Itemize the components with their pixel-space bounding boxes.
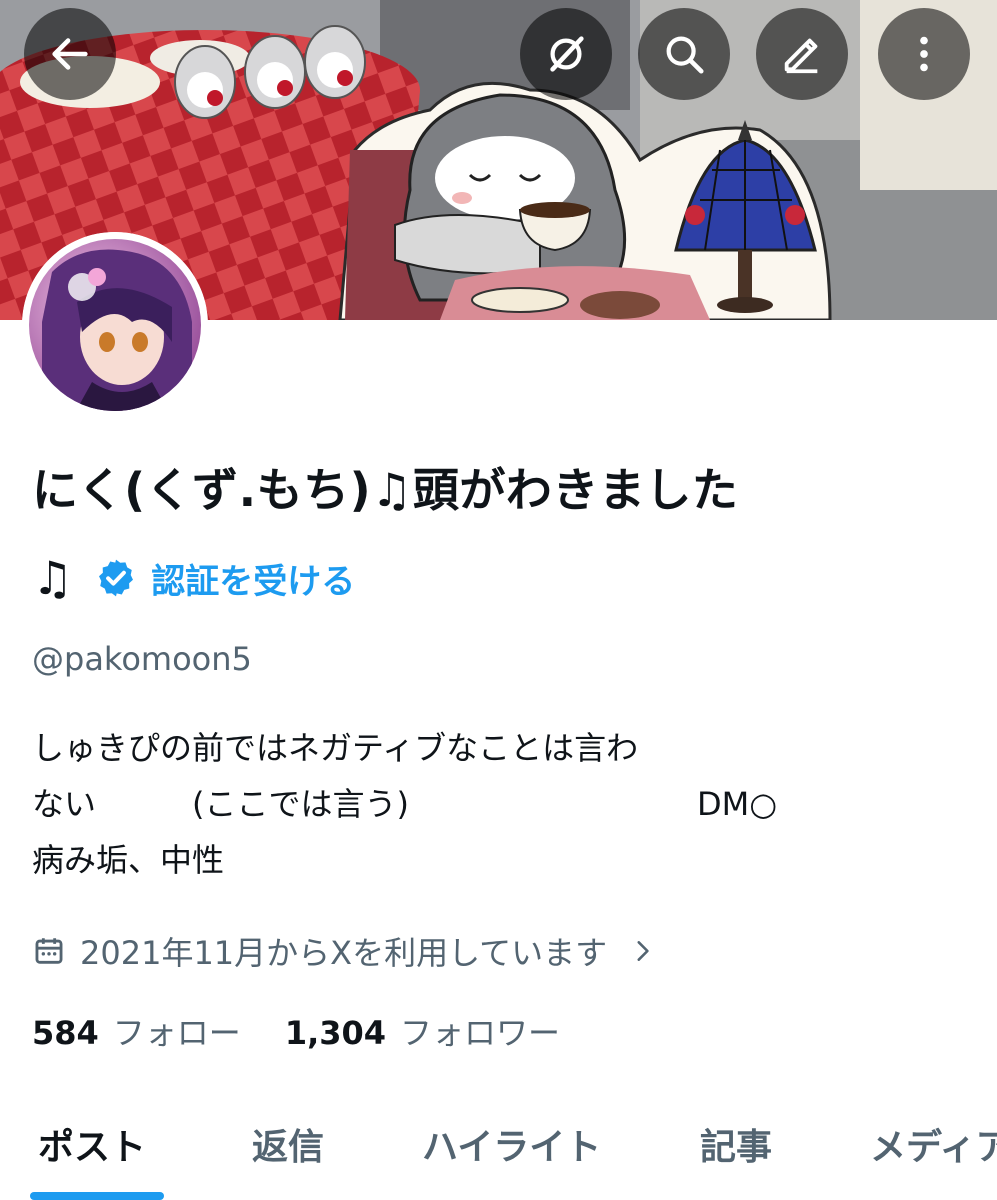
profile-tabs: ポスト 返信 ハイライト 記事 メディア <box>0 1110 997 1200</box>
calendar-icon <box>35 938 63 964</box>
tab-highlights[interactable]: ハイライト <box>422 1110 601 1186</box>
following-label: フォロー <box>112 1014 241 1052</box>
tab-posts[interactable]: ポスト <box>38 1110 146 1186</box>
active-tab-indicator <box>30 1192 164 1200</box>
bio-line: 病み垢、中性 <box>32 841 225 879</box>
grok-button[interactable] <box>520 8 612 100</box>
joined-date-text: 2021年11月からXを利用しています <box>80 934 608 972</box>
tab-media[interactable]: メディア <box>870 1110 997 1186</box>
bio-line: ない (ここでは言う) DM○ <box>32 785 778 823</box>
name-row-continued: ♫ 認証を受ける <box>32 546 355 610</box>
avatar-image <box>22 232 208 418</box>
verified-badge-icon[interactable] <box>95 557 137 599</box>
back-button[interactable] <box>24 8 116 100</box>
profile-bio: しゅきぴの前ではネガティブなことは言わ ない (ここでは言う) DM○ 病み垢、… <box>32 720 952 888</box>
chevron-right-icon <box>637 941 649 961</box>
compose-button[interactable] <box>756 8 848 100</box>
compose-icon <box>784 38 818 74</box>
followers-label: フォロワー <box>400 1014 561 1052</box>
followers-link[interactable]: 1,304 フォロワー <box>285 1008 560 1054</box>
follow-stats: 584 フォロー 1,304 フォロワー <box>32 1008 604 1054</box>
profile-avatar[interactable] <box>22 232 208 418</box>
followers-count: 1,304 <box>284 1014 387 1052</box>
tab-articles[interactable]: 記事 <box>700 1110 772 1186</box>
more-vertical-icon <box>920 36 928 72</box>
get-verified-link[interactable]: 認証を受ける <box>151 554 355 603</box>
joined-date[interactable]: 2021年11月からXを利用しています <box>32 928 655 974</box>
more-button[interactable] <box>878 8 970 100</box>
grok-icon <box>550 36 584 72</box>
tab-replies[interactable]: 返信 <box>252 1110 324 1186</box>
search-button[interactable] <box>638 8 730 100</box>
search-icon <box>666 36 704 74</box>
following-link[interactable]: 584 フォロー <box>32 1008 241 1054</box>
display-name-suffix: ♫ <box>32 551 74 605</box>
arrow-left-icon <box>52 38 88 70</box>
user-handle: @pakomoon5 <box>32 640 252 678</box>
bio-line: しゅきぴの前ではネガティブなことは言わ <box>32 729 639 767</box>
following-count: 584 <box>32 1014 99 1052</box>
display-name: にく(くず.もち)♫頭がわきました <box>32 463 739 517</box>
